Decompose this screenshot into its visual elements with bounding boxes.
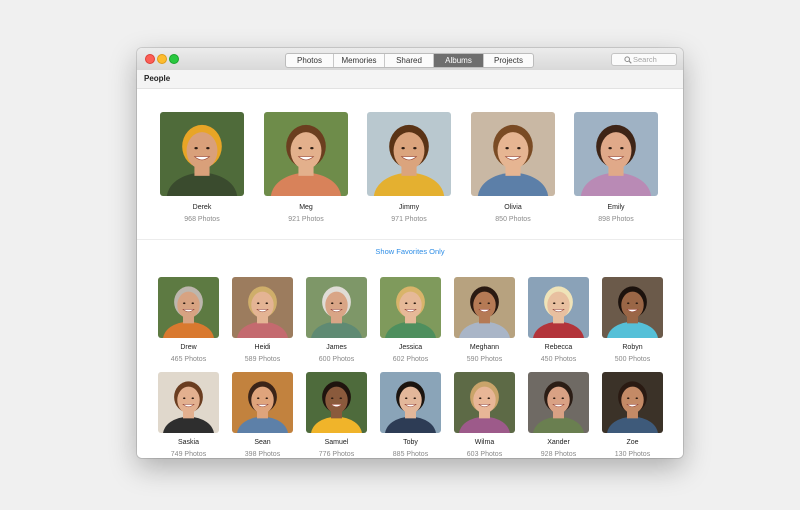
person-photo[interactable] [454,372,515,433]
person-photo-count: 971 Photos [391,216,427,223]
person-photo-count: 968 Photos [184,216,220,223]
person-photo[interactable] [574,112,658,196]
person-photo-count: 776 Photos [318,451,355,458]
person-tile-drew[interactable]: Drew 465 Photos [158,277,219,363]
person-name: Sean [254,439,271,446]
person-tile-meg[interactable]: Meg 921 Photos [264,112,348,223]
person-name: Meg [299,204,313,211]
person-photo-count: 602 Photos [392,356,429,363]
person-name: Xander [547,439,570,446]
person-photo-count: 590 Photos [466,356,503,363]
search-placeholder: Search [633,55,657,64]
person-photo-count: 130 Photos [614,451,651,458]
person-photo[interactable] [471,112,555,196]
person-photo[interactable] [602,277,663,338]
person-tile-derek[interactable]: Derek 968 Photos [160,112,244,223]
person-tile-rebecca[interactable]: Rebecca 450 Photos [528,277,589,363]
tab-memories[interactable]: Memories [334,54,385,67]
close-window-button[interactable] [145,54,155,64]
person-tile-saskia[interactable]: Saskia 749 Photos [158,372,219,458]
person-tile-wilma[interactable]: Wilma 603 Photos [454,372,515,458]
person-photo[interactable] [380,372,441,433]
person-name: Drew [180,344,197,351]
person-tile-olivia[interactable]: Olivia 850 Photos [471,112,555,223]
person-name: Wilma [474,439,495,446]
person-photo-count: 465 Photos [170,356,207,363]
tab-albums[interactable]: Albums [434,54,484,67]
person-photo-count: 603 Photos [466,451,503,458]
person-name: Jimmy [398,204,420,211]
person-photo[interactable] [528,372,589,433]
person-photo[interactable] [232,277,293,338]
person-tile-xander[interactable]: Xander 928 Photos [528,372,589,458]
view-segmented-control: Photos Memories Shared Albums Projects [285,53,534,68]
person-photo-count: 921 Photos [288,216,324,223]
person-photo[interactable] [602,372,663,433]
photos-window: Photos Memories Shared Albums Projects S… [137,48,683,458]
person-tile-meghann[interactable]: Meghann 590 Photos [454,277,515,363]
person-name: Toby [403,439,418,446]
person-photo-count: 398 Photos [244,451,281,458]
person-tile-jessica[interactable]: Jessica 602 Photos [380,277,441,363]
person-name: Emily [607,204,625,211]
person-tile-robyn[interactable]: Robyn 500 Photos [602,277,663,363]
person-photo[interactable] [158,277,219,338]
person-tile-toby[interactable]: Toby 885 Photos [380,372,441,458]
search-icon [624,56,632,64]
section-title: People [144,74,171,83]
person-photo[interactable] [264,112,348,196]
section-header: People [137,70,683,89]
person-photo-count: 885 Photos [392,451,429,458]
person-photo[interactable] [160,112,244,196]
tab-projects[interactable]: Projects [484,54,533,67]
person-name: Samuel [324,439,349,446]
tab-shared[interactable]: Shared [385,54,434,67]
person-photo-count: 600 Photos [318,356,355,363]
tab-photos[interactable]: Photos [286,54,334,67]
person-name: Robyn [622,344,643,351]
person-tile-sean[interactable]: Sean 398 Photos [232,372,293,458]
zoom-window-button[interactable] [169,54,179,64]
person-photo-count: 589 Photos [244,356,281,363]
person-name: Saskia [177,439,199,446]
person-photo[interactable] [306,277,367,338]
person-photo-count: 500 Photos [614,356,651,363]
person-photo-count: 450 Photos [540,356,577,363]
person-name: Jessica [398,344,423,351]
person-photo-count: 898 Photos [598,216,634,223]
person-tile-heidi[interactable]: Heidi 589 Photos [232,277,293,363]
person-photo-count: 749 Photos [170,451,207,458]
person-name: Derek [192,204,212,211]
person-name: Zoe [626,439,639,446]
person-photo[interactable] [528,277,589,338]
person-name: Olivia [504,204,522,211]
person-tile-jimmy[interactable]: Jimmy 971 Photos [367,112,451,223]
person-name: Heidi [254,344,271,351]
person-tile-emily[interactable]: Emily 898 Photos [574,112,658,223]
person-name: James [326,344,347,351]
divider [137,239,683,240]
people-grid: Derek 968 Photos Meg 921 Photos Jimmy 971 P… [137,89,683,458]
person-name: Meghann [469,344,500,351]
person-photo[interactable] [158,372,219,433]
person-photo[interactable] [380,277,441,338]
person-tile-james[interactable]: James 600 Photos [306,277,367,363]
person-photo-count: 850 Photos [495,216,531,223]
person-photo[interactable] [306,372,367,433]
person-tile-zoe[interactable]: Zoe 130 Photos [602,372,663,458]
person-photo[interactable] [367,112,451,196]
title-bar: Photos Memories Shared Albums Projects S… [137,48,683,71]
person-tile-samuel[interactable]: Samuel 776 Photos [306,372,367,458]
show-favorites-only-link[interactable]: Show Favorites Only [137,247,683,256]
person-photo[interactable] [232,372,293,433]
person-photo-count: 928 Photos [540,451,577,458]
person-photo[interactable] [454,277,515,338]
person-name: Rebecca [544,344,573,351]
minimize-window-button[interactable] [157,54,167,64]
search-field[interactable]: Search [611,53,677,66]
